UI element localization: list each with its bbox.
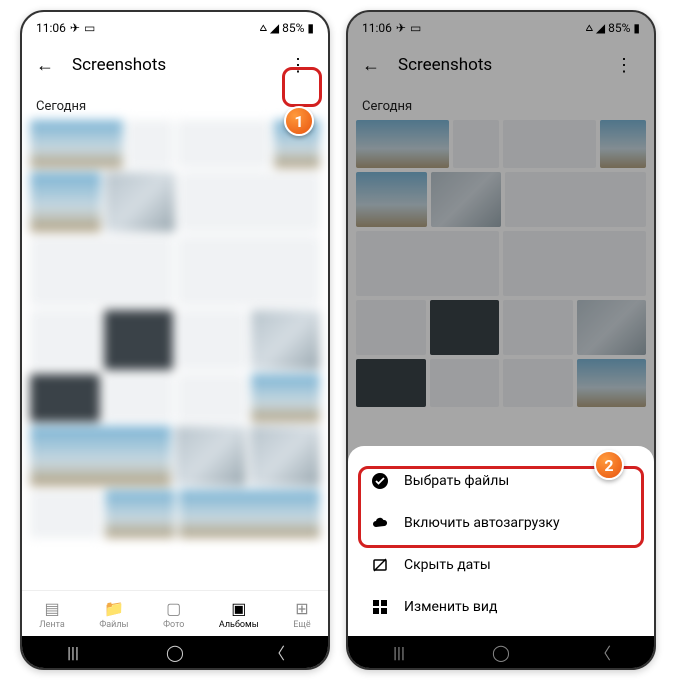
badge-2: 2: [594, 450, 624, 480]
message-icon: ▭: [84, 21, 95, 35]
wifi-icon: ⩟: [260, 20, 267, 35]
photo-grid[interactable]: [22, 120, 328, 550]
grid-icon: [370, 597, 390, 617]
section-today: Сегодня: [22, 91, 328, 120]
albums-icon: ▣: [231, 599, 246, 618]
nav-feed[interactable]: ▤Лента: [39, 599, 65, 630]
sheet-enable-autoload[interactable]: Включить автозагрузку: [348, 502, 654, 544]
photo-icon: ▢: [166, 599, 181, 618]
bottom-nav: ▤Лента 📁Файлы ▢Фото ▣Альбомы ⊞Ещё: [22, 590, 328, 636]
cloud-icon: [370, 513, 390, 533]
hide-icon: [370, 555, 390, 575]
more-menu-button[interactable]: ⋮: [282, 49, 314, 81]
status-time: 11:06: [36, 21, 66, 35]
sys-back[interactable]: 〈: [268, 643, 286, 661]
sheet-label: Изменить вид: [404, 599, 497, 615]
more-icon: ⊞: [295, 599, 308, 618]
page-title: Screenshots: [72, 55, 264, 75]
header: ← Screenshots ⋮: [22, 39, 328, 91]
sys-recent[interactable]: |||: [64, 643, 82, 661]
send-icon: ✈: [70, 21, 80, 35]
sheet-label: Скрыть даты: [404, 557, 491, 573]
battery-icon: ▮: [307, 21, 314, 35]
sheet-label: Выбрать файлы: [404, 473, 509, 489]
nav-more[interactable]: ⊞Ещё: [293, 599, 310, 630]
badge-1: 1: [284, 106, 314, 136]
nav-albums[interactable]: ▣Альбомы: [219, 599, 259, 630]
sheet-hide-dates[interactable]: Скрыть даты: [348, 544, 654, 586]
nav-photo[interactable]: ▢Фото: [163, 599, 184, 630]
sheet-label: Включить автозагрузку: [404, 515, 560, 531]
sys-home[interactable]: ◯: [166, 643, 184, 661]
back-button[interactable]: ←: [36, 55, 54, 76]
sheet-change-view[interactable]: Изменить вид: [348, 586, 654, 628]
feed-icon: ▤: [44, 599, 59, 618]
folder-icon: 📁: [104, 599, 124, 618]
check-circle-icon: [370, 471, 390, 491]
signal-icon: ◢: [270, 21, 279, 35]
nav-files[interactable]: 📁Файлы: [99, 599, 128, 630]
status-bar: 11:06 ✈ ▭ ⩟ ◢ 85% ▮: [22, 12, 328, 39]
system-nav: ||| ◯ 〈: [22, 636, 328, 668]
phone-right: 11:06 ✈ ▭ ⩟ ◢ 85% ▮ ← Screenshots ⋮ Сего…: [346, 10, 656, 670]
battery-text: 85%: [282, 21, 304, 35]
phone-left: 11:06 ✈ ▭ ⩟ ◢ 85% ▮ ← Screenshots ⋮ 1 Се…: [20, 10, 330, 670]
